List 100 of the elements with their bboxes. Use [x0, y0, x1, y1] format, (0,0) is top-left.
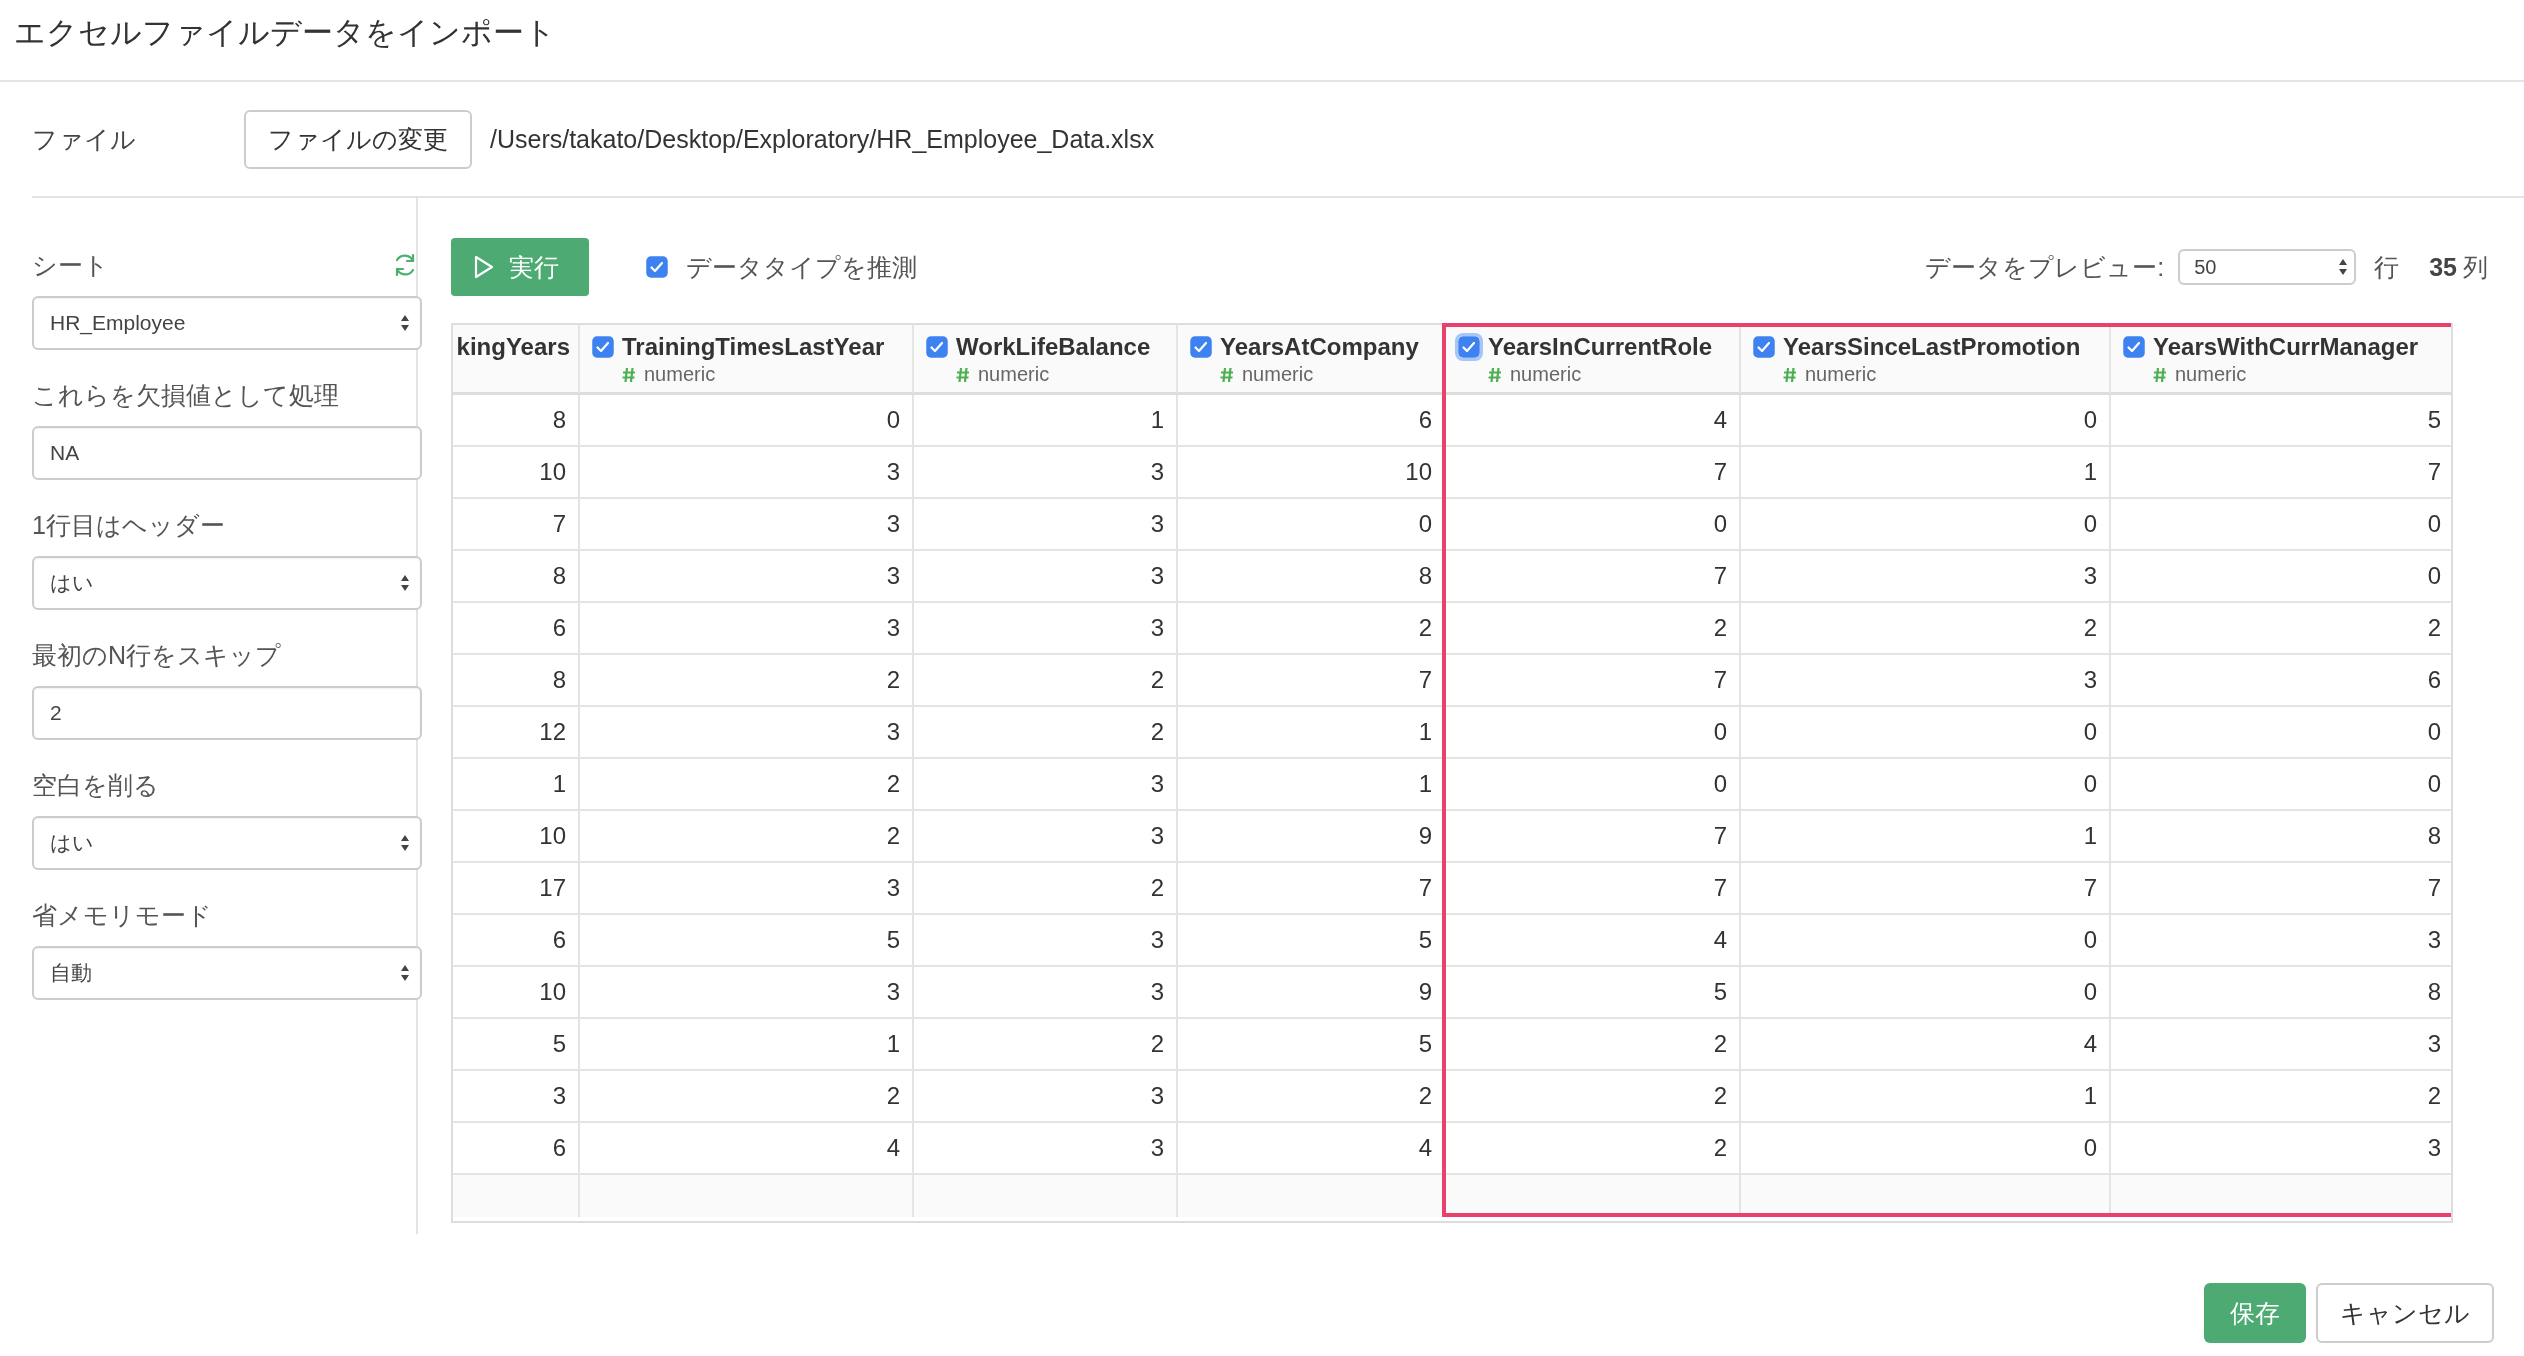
checkbox[interactable]: [1753, 336, 1775, 358]
table-cell: 3: [580, 967, 914, 1019]
hash-icon: [1783, 366, 1797, 383]
column-type: numeric: [1242, 363, 1314, 386]
rows-unit: 行: [2374, 251, 2400, 283]
table-cell: 0: [1178, 499, 1446, 551]
table-cell: 3: [914, 811, 1178, 863]
hash-icon: [1488, 366, 1502, 383]
table-cell: 3: [914, 1071, 1178, 1123]
column-type: numeric: [1805, 363, 1877, 386]
table-cell: 3: [914, 759, 1178, 811]
preview-label: データをプレビュー:: [1925, 251, 2165, 283]
table-cell: 8: [2111, 967, 2451, 1019]
table-cell: 5: [1178, 1019, 1446, 1071]
table-cell: 2: [1446, 1019, 1741, 1071]
table-cell: 5: [580, 915, 914, 967]
table-cell: 8: [453, 395, 580, 447]
file-label: ファイル: [32, 123, 137, 155]
checkbox[interactable]: [592, 336, 614, 358]
table-cell: 8: [1178, 551, 1446, 603]
table-cell: 10: [453, 967, 580, 1019]
table-cell: 5: [453, 1019, 580, 1071]
table-cell: 7: [1446, 863, 1741, 915]
table-cell: 2: [1178, 603, 1446, 655]
field-label: 省メモリモード: [32, 899, 212, 931]
preview-rows-select[interactable]: 50: [2178, 249, 2357, 285]
table-cell: 3: [1741, 551, 2111, 603]
table-cell: 3: [914, 447, 1178, 499]
table-cell: 3: [914, 967, 1178, 1019]
select-field[interactable]: 自動: [32, 946, 422, 1000]
table-cell: 2: [1741, 603, 2111, 655]
table-cell: 17: [453, 863, 580, 915]
table-cell: 7: [1446, 447, 1741, 499]
table-cell: 1: [1741, 1071, 2111, 1123]
table-cell: 7: [2111, 447, 2451, 499]
table-cell: 0: [1741, 759, 2111, 811]
table-cell: 10: [453, 447, 580, 499]
cancel-button[interactable]: キャンセル: [2316, 1283, 2494, 1343]
field-label: 空白を削る: [32, 769, 159, 801]
table-cell: 3: [580, 863, 914, 915]
table-cell: 3: [580, 551, 914, 603]
column-type: numeric: [2175, 363, 2247, 386]
table-cell: 3: [580, 499, 914, 551]
field-label: 1行目はヘッダー: [32, 509, 225, 541]
table-cell: 3: [914, 499, 1178, 551]
table-cell: 3: [453, 1071, 580, 1123]
input-field[interactable]: 2: [32, 686, 422, 740]
updown-caret-icon: [400, 313, 410, 333]
column-header: YearsAtCompany: [1220, 333, 1419, 361]
table-cell: 8: [453, 551, 580, 603]
table-cell: 2: [914, 707, 1178, 759]
table-cell: 7: [1446, 655, 1741, 707]
select-field[interactable]: はい: [32, 816, 422, 870]
column-type: numeric: [1510, 363, 1582, 386]
table-cell: 9: [1178, 811, 1446, 863]
column-header: YearsSinceLastPromotion: [1783, 333, 2081, 361]
hash-icon: [956, 366, 970, 383]
table-cell: 1: [1178, 707, 1446, 759]
checkbox[interactable]: [926, 336, 948, 358]
table-cell: 10: [453, 811, 580, 863]
table-cell: 2: [914, 1019, 1178, 1071]
change-file-button[interactable]: ファイルの変更: [244, 109, 472, 169]
table-cell: 0: [1446, 759, 1741, 811]
table-cell: 0: [1741, 915, 2111, 967]
table-cell: 6: [2111, 655, 2451, 707]
field-label: 最初のN行をスキップ: [32, 639, 282, 671]
input-field[interactable]: NA: [32, 426, 422, 480]
select-field[interactable]: HR_Employee: [32, 296, 422, 350]
field-label: これらを欠損値として処理: [32, 379, 339, 411]
table-cell: 5: [1446, 967, 1741, 1019]
table-cell: 0: [2111, 707, 2451, 759]
column-header: YearsWithCurrManager: [2153, 333, 2419, 361]
table-cell: 7: [1741, 863, 2111, 915]
table-cell: 2: [914, 863, 1178, 915]
checkbox[interactable]: [1190, 336, 1212, 358]
table-cell: 6: [453, 603, 580, 655]
updown-caret-icon: [2338, 257, 2349, 277]
table-cell: 6: [453, 915, 580, 967]
table-cell: 7: [1446, 551, 1741, 603]
checkbox[interactable]: [1458, 336, 1480, 358]
table-cell: 7: [1178, 655, 1446, 707]
hash-icon: [622, 366, 636, 383]
table-cell: 3: [580, 707, 914, 759]
table-cell: 8: [2111, 811, 2451, 863]
table-cell: 5: [1178, 915, 1446, 967]
table-cell: 2: [580, 655, 914, 707]
table-cell: 1: [453, 759, 580, 811]
table-cell: 1: [1741, 447, 2111, 499]
checkbox[interactable]: [2123, 336, 2145, 358]
hash-icon: [2153, 366, 2167, 383]
table-cell: 1: [914, 395, 1178, 447]
file-path: /Users/takato/Desktop/Exploratory/HR_Employee_Data.xlsx: [490, 124, 1155, 154]
checkbox[interactable]: [646, 256, 668, 278]
updown-caret-icon: [400, 833, 410, 853]
table-cell: 2: [1446, 1071, 1741, 1123]
table-cell: 3: [580, 447, 914, 499]
select-field[interactable]: はい: [32, 556, 422, 610]
table-cell: 0: [1446, 499, 1741, 551]
updown-caret-icon: [400, 573, 410, 593]
table-cell: 0: [580, 395, 914, 447]
